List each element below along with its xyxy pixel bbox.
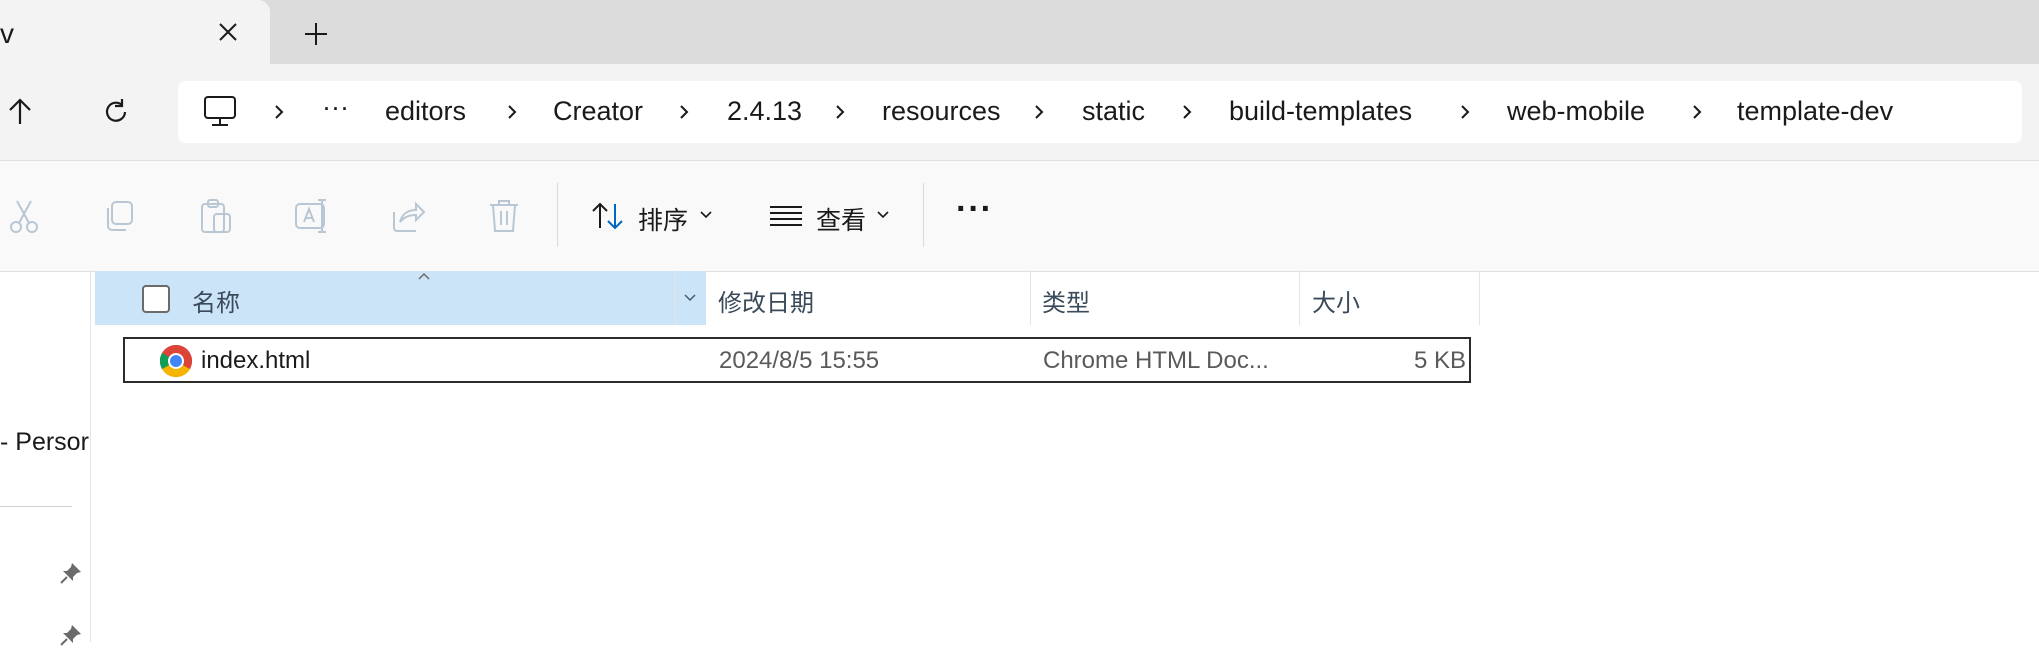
chevron-right-icon[interactable] [1028, 100, 1050, 124]
pin-icon[interactable] [58, 560, 84, 586]
column-splitter[interactable] [1479, 271, 1480, 325]
up-arrow-icon[interactable] [0, 90, 42, 134]
breadcrumb-item-template-dev[interactable]: template-dev [1737, 96, 1893, 127]
command-divider [557, 183, 558, 247]
column-splitter[interactable] [1299, 271, 1300, 325]
file-modified: 2024/8/5 15:55 [719, 347, 880, 374]
chevron-right-icon[interactable] [1454, 100, 1476, 124]
chevron-right-icon[interactable] [268, 100, 290, 124]
sort-icon[interactable] [588, 196, 628, 236]
column-header-name[interactable] [95, 271, 706, 325]
paste-icon[interactable] [196, 196, 236, 236]
sort-button[interactable]: 排序 [638, 201, 688, 237]
delete-icon[interactable] [484, 196, 524, 236]
pin-icon[interactable] [58, 622, 84, 648]
breadcrumb-item-build-templates[interactable]: build-templates [1229, 96, 1412, 127]
view-icon[interactable] [766, 196, 806, 236]
refresh-icon[interactable] [94, 90, 138, 134]
chevron-down-icon[interactable] [875, 208, 891, 222]
breadcrumb-item-static[interactable]: static [1082, 96, 1145, 127]
file-name[interactable]: index.html [201, 347, 310, 375]
command-divider [923, 183, 924, 247]
chrome-icon [159, 344, 193, 378]
tab-title: v [0, 18, 14, 49]
more-options-button[interactable]: ··· [956, 190, 993, 229]
chevron-right-icon[interactable] [829, 100, 851, 124]
view-button[interactable]: 查看 [816, 201, 866, 237]
column-header-size[interactable]: 大小 [1312, 283, 1360, 318]
this-pc-icon[interactable] [200, 94, 240, 130]
new-tab-icon[interactable] [296, 14, 336, 54]
file-type: Chrome HTML Doc... [1043, 347, 1269, 374]
nav-item-personal[interactable]: - Persor [0, 428, 89, 457]
column-splitter[interactable] [675, 271, 676, 325]
sort-ascending-icon [418, 272, 430, 280]
chevron-right-icon[interactable] [1176, 100, 1198, 124]
chevron-right-icon[interactable] [1686, 100, 1708, 124]
column-header-name-label: 名称 [192, 290, 240, 317]
cut-icon[interactable] [4, 196, 44, 236]
breadcrumb-more[interactable]: ··· [322, 92, 349, 123]
chevron-down-icon[interactable] [698, 208, 714, 222]
column-header-type[interactable]: 类型 [1042, 283, 1090, 318]
column-header-modified[interactable]: 修改日期 [718, 283, 814, 318]
column-splitter[interactable] [1030, 271, 1031, 325]
breadcrumb-item-editors[interactable]: editors [385, 96, 466, 127]
breadcrumb-item-creator[interactable]: Creator [553, 96, 643, 127]
share-icon[interactable] [388, 196, 428, 236]
chevron-right-icon[interactable] [673, 100, 695, 124]
navigation-pane-border [90, 271, 91, 642]
copy-icon[interactable] [100, 196, 140, 236]
breadcrumb-item-web-mobile[interactable]: web-mobile [1507, 96, 1645, 127]
close-icon[interactable] [210, 14, 246, 50]
select-all-checkbox[interactable] [142, 285, 170, 313]
nav-divider [0, 506, 72, 507]
breadcrumb-item-version[interactable]: 2.4.13 [727, 96, 802, 127]
rename-icon[interactable] [292, 196, 332, 236]
column-filter-chevron-icon[interactable] [682, 292, 698, 304]
file-size: 5 KB [1414, 347, 1467, 374]
breadcrumb-item-resources[interactable]: resources [882, 96, 1001, 127]
chevron-right-icon[interactable] [501, 100, 523, 124]
